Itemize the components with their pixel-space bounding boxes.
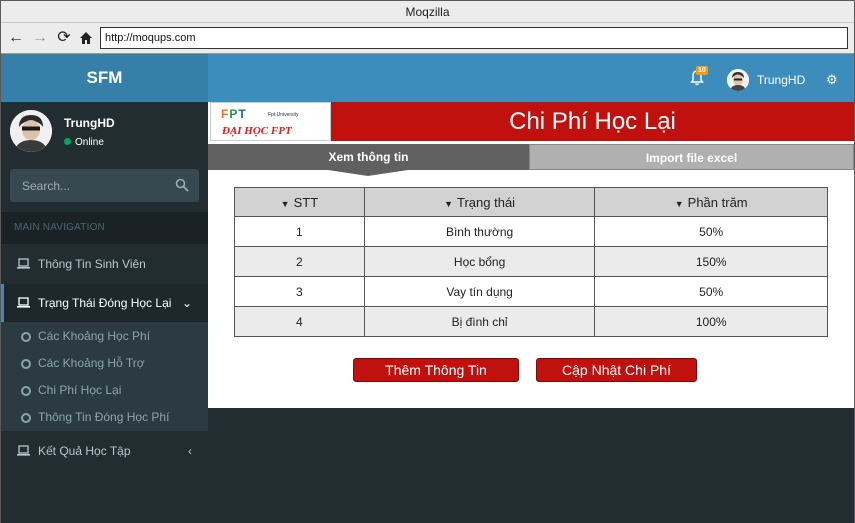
page-title: Chi Phí Học Lại [331, 102, 854, 141]
notification-badge: 10 [696, 66, 708, 75]
header-username[interactable]: TrungHD [757, 73, 805, 87]
submenu: Các Khoảng Học Phí Các Khoảng Hỗ Trợ Chi… [1, 322, 208, 431]
submenu-item-support[interactable]: Các Khoảng Hỗ Trợ [1, 350, 208, 377]
sidebar-item-label: Kết Quả Học Tập [38, 444, 131, 458]
submenu-item-label: Thông Tin Đóng Học Phí [38, 410, 170, 424]
submenu-item-fee-payment-info[interactable]: Thông Tin Đóng Học Phí [1, 404, 208, 431]
submenu-item-fees[interactable]: Các Khoảng Học Phí [1, 323, 208, 350]
active-tab-indicator [328, 170, 408, 176]
online-dot-icon [64, 138, 71, 145]
laptop-icon [17, 258, 30, 269]
table-cell: Bị đình chỉ [363, 306, 596, 337]
table-cell: 100% [594, 306, 828, 337]
table-cell: 2 [234, 246, 365, 277]
chevron-down-icon: ⌄ [181, 296, 192, 310]
table-cell: 4 [234, 306, 365, 337]
search-icon[interactable] [175, 178, 189, 192]
home-icon[interactable] [77, 29, 95, 47]
table-cell: Vay tín dụng [363, 276, 596, 307]
submenu-item-label: Các Khoảng Hỗ Trợ [38, 356, 145, 370]
user-panel: TrungHD Online [1, 102, 208, 162]
table-cell: 150% [594, 246, 828, 277]
reload-icon[interactable]: ⟳ [55, 29, 73, 47]
logo-university: Fpt University [268, 112, 299, 118]
sort-down-icon: ▼ [280, 198, 290, 209]
laptop-icon [17, 445, 30, 456]
main-content: FPT Fpt University ĐẠI HỌC FPT Chi Phí H… [208, 102, 854, 523]
status-label: Online [75, 137, 104, 148]
back-icon[interactable]: ← [7, 29, 25, 47]
tab-import-excel[interactable]: Import file excel [529, 144, 854, 170]
search-input[interactable]: Search... [10, 169, 199, 202]
circle-icon [21, 332, 31, 342]
window-title: Moqzilla [405, 5, 450, 19]
sidebar: TrungHD Online Search... MAIN NAVIGATION… [1, 102, 208, 523]
tab-bar: Xem thông tin Import file excel [208, 144, 854, 170]
sort-down-icon: ▼ [444, 198, 454, 209]
avatar [10, 110, 52, 152]
circle-icon [21, 359, 31, 369]
sidebar-item-study-results[interactable]: Kết Quả Học Tập ‹ [1, 432, 208, 470]
table-row[interactable]: 4 Bị đình chỉ 100% [234, 306, 828, 337]
content-panel: FPT Fpt University ĐẠI HỌC FPT Chi Phí H… [208, 102, 854, 408]
browser-toolbar: ← → ⟳ http://moqups.com [1, 23, 854, 54]
gears-icon[interactable]: ⚙ [826, 72, 838, 88]
column-header-label: Phần trăm [687, 194, 748, 210]
column-header-label: Trạng thái [457, 194, 516, 210]
sidebar-item-retake-payment-status[interactable]: Trạng Thái Đóng Học Lại ⌄ [1, 284, 208, 322]
forward-icon[interactable]: → [31, 29, 49, 47]
table-cell: 3 [234, 276, 365, 307]
logo-name: ĐẠI HỌC FPT [222, 125, 292, 137]
retake-cost-table: ▼ STT ▼ Trạng thái ▼ Phần trăm 1 Bình thườn… [234, 187, 828, 337]
sidebar-item-label: Trạng Thái Đóng Học Lại [38, 296, 172, 310]
table-cell: Học bổng [363, 246, 596, 277]
table-row[interactable]: 2 Học bổng 150% [234, 246, 828, 277]
column-header-stt[interactable]: ▼ STT [234, 187, 365, 217]
table-cell: 1 [234, 216, 365, 247]
sidebar-item-student-info[interactable]: Thông Tin Sinh Viên [1, 245, 208, 283]
url-bar[interactable]: http://moqups.com [100, 27, 848, 49]
sort-down-icon: ▼ [674, 198, 684, 209]
logo-fpt: FPT [221, 107, 247, 121]
column-header-status[interactable]: ▼ Trạng thái [363, 187, 596, 217]
sidebar-item-label: Thông Tin Sinh Viên [38, 257, 146, 271]
table-cell: 50% [594, 216, 828, 247]
submenu-item-label: Các Khoảng Học Phí [38, 329, 151, 343]
main-navigation-header: MAIN NAVIGATION [1, 212, 208, 244]
table-header-row: ▼ STT ▼ Trạng thái ▼ Phần trăm [234, 187, 828, 217]
table-row[interactable]: 3 Vay tín dụng 50% [234, 276, 828, 307]
table-cell: Bình thường [363, 216, 596, 247]
submenu-item-retake-cost[interactable]: Chi Phí Học Lại [1, 377, 208, 404]
column-header-percent[interactable]: ▼ Phần trăm [594, 187, 828, 217]
sidebar-username: TrungHD [64, 116, 115, 130]
table-row[interactable]: 1 Bình thường 50% [234, 216, 828, 247]
app-header: SFM 10 TrungHD ⚙ [1, 54, 854, 102]
circle-icon [21, 413, 31, 423]
column-header-label: STT [293, 194, 319, 210]
browser-window: Moqzilla ← → ⟳ http://moqups.com SFM 10 … [0, 0, 855, 523]
laptop-icon [17, 297, 30, 308]
add-info-button[interactable]: Thêm Thông Tin [353, 358, 519, 382]
table-cell: 50% [594, 276, 828, 307]
title-bar: Moqzilla [1, 1, 854, 23]
fpt-logo: FPT Fpt University ĐẠI HỌC FPT [210, 102, 331, 141]
status-badge: Online [64, 137, 104, 148]
submenu-item-label: Chi Phí Học Lại [38, 383, 122, 397]
avatar[interactable] [727, 69, 749, 91]
search-placeholder: Search... [22, 179, 71, 193]
update-cost-button[interactable]: Cập Nhật Chi Phí [536, 358, 697, 382]
brand-logo[interactable]: SFM [1, 54, 208, 102]
chevron-left-icon: ‹ [188, 444, 192, 458]
circle-icon [21, 386, 31, 396]
tab-view-info[interactable]: Xem thông tin [208, 144, 529, 170]
